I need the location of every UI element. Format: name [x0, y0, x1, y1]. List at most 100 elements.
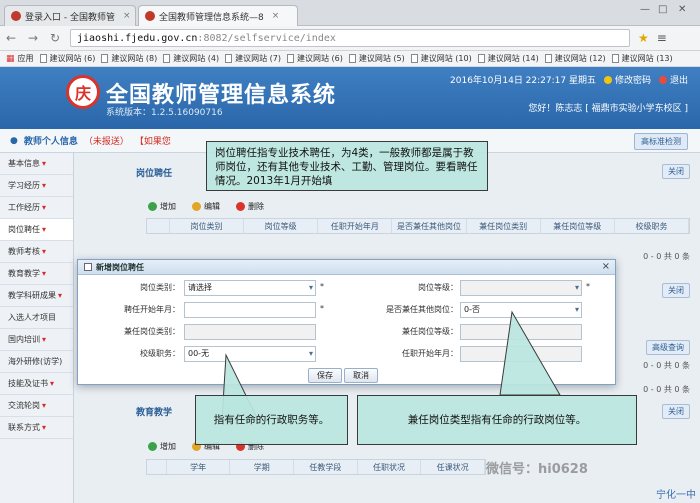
site-favicon-icon — [11, 11, 21, 21]
sidebar-item-post[interactable]: 岗位聘任 ▾ — [0, 219, 73, 241]
chevron-down-icon: ▾ — [42, 335, 47, 344]
column-header: 任职开始年月 — [318, 219, 393, 233]
app-header: 庆 全国教师管理信息系统 系统版本：1.2.5.16090716 2016年10… — [0, 67, 700, 129]
duty-start-input[interactable] — [460, 346, 582, 362]
corner-label: 宁化一中 — [656, 490, 696, 501]
concurrent-category-select[interactable] — [184, 324, 316, 340]
chevron-down-icon: ▾ — [50, 379, 55, 388]
forward-icon[interactable]: → — [22, 31, 44, 45]
add-button[interactable]: 增加 — [148, 201, 176, 212]
field-label: 兼任岗位等级： — [402, 327, 458, 336]
bookmark-item[interactable]: 建议网站 (6) — [287, 53, 343, 64]
bookmark-item[interactable]: 建议网站 (14) — [477, 53, 539, 64]
select-all-checkbox[interactable] — [147, 460, 167, 474]
browser-menu-icon[interactable]: ≡ — [657, 31, 667, 45]
check-button[interactable]: 高标准检测 — [634, 133, 688, 150]
pencil-icon — [192, 202, 201, 211]
chevron-down-icon: ▾ — [42, 269, 47, 278]
post-toolbar: 增加 编辑 删除 — [148, 201, 264, 212]
dialog-title-bar: 新增岗位聘任 — [78, 260, 615, 275]
browser-tab-system[interactable]: 全国教师管理信息系统—8 × — [138, 5, 298, 26]
sidebar-item-domestic-training[interactable]: 国内培训 ▾ — [0, 329, 73, 351]
sidebar-item-talent[interactable]: 入选人才项目 — [0, 307, 73, 329]
advanced-query-button[interactable]: 高级查询 — [646, 340, 690, 355]
bookmark-item[interactable]: 建议网站 (13) — [611, 53, 673, 64]
column-header: 岗位等级 — [244, 219, 319, 233]
sidebar-item-assessment[interactable]: 教师考核 ▾ — [0, 241, 73, 263]
back-icon[interactable]: ← — [0, 31, 22, 45]
required-mark: * — [320, 282, 324, 291]
column-header: 岗位类别 — [170, 219, 245, 233]
form-row: 校级职务： 00-无 ▾ 任职开始年月： — [78, 344, 617, 364]
reload-icon[interactable]: ↻ — [44, 31, 66, 45]
chevron-down-icon: ▾ — [42, 203, 47, 212]
bookmark-item[interactable]: 建议网站 (5) — [348, 53, 405, 64]
post-collapse-button[interactable]: 关闭 — [662, 164, 690, 179]
post-record-count: 0 - 0 共 0 条 — [643, 252, 690, 261]
concurrent-select[interactable]: 0-否 ▾ — [460, 302, 582, 318]
tab-teaching[interactable]: 教育教学 — [136, 405, 172, 418]
edit-button[interactable]: 编辑 — [192, 201, 220, 212]
apps-grid-icon: ▦ — [6, 53, 15, 64]
sidebar-item-contact[interactable]: 联系方式 ▾ — [0, 417, 73, 439]
select-all-checkbox[interactable] — [147, 219, 170, 233]
logo-icon: 庆 — [66, 75, 100, 109]
post-category-select[interactable]: 请选择 ▾ — [184, 280, 316, 296]
sidebar-item-basic-info[interactable]: 基本信息 ▾ — [0, 153, 73, 175]
header-info: 2016年10月14日 22:27:17 星期五 修改密码 退出 — [450, 73, 688, 86]
tab-close-icon[interactable]: × — [272, 11, 280, 21]
sidebar-item-research[interactable]: 教学科研成果 ▾ — [0, 285, 73, 307]
browser-tab-bar: 登录入口 - 全国教师管 × 全国教师管理信息系统—8 × — □ ✕ — [0, 0, 700, 26]
bookmarks-bar: ▦ 应用 建议网站 (6) 建议网站 (8) 建议网站 (4) 建议网站 (7) … — [0, 51, 700, 67]
bookmark-star-icon[interactable]: ★ — [638, 31, 649, 45]
bookmark-item[interactable]: 建议网站 (6) — [39, 53, 95, 64]
change-password-link[interactable]: 修改密码 — [603, 73, 651, 86]
sidebar-item-education[interactable]: 学习经历 ▾ — [0, 175, 73, 197]
dialog-close-icon[interactable]: × — [602, 261, 610, 272]
school-duty-select[interactable]: 00-无 ▾ — [184, 346, 316, 362]
bookmark-item[interactable]: 建议网站 (8) — [101, 53, 157, 64]
cancel-button[interactable]: 取消 — [344, 368, 378, 383]
page-icon — [101, 54, 109, 63]
bookmark-item[interactable]: 建议网站 (4) — [163, 53, 219, 64]
sidebar-item-teaching[interactable]: 教育教学 ▾ — [0, 263, 73, 285]
window-close-icon[interactable]: ✕ — [678, 4, 686, 15]
sidebar-item-exchange[interactable]: 交流轮岗 ▾ — [0, 395, 73, 417]
field-label: 兼任岗位类别： — [124, 327, 180, 336]
chevron-down-icon: ▾ — [574, 283, 579, 292]
collapse-button-2[interactable]: 关闭 — [662, 283, 690, 298]
site-favicon-icon — [145, 11, 155, 21]
sidebar-item-overseas[interactable]: 海外研修(访学) — [0, 351, 73, 373]
bookmark-item[interactable]: 建议网站 (7) — [225, 53, 281, 64]
url-input[interactable]: jiaoshi.fjedu.gov.cn :8082/selfservice/i… — [70, 29, 630, 47]
record-count-2: 0 - 0 共 0 条 — [643, 361, 690, 370]
tab-close-icon[interactable]: × — [123, 11, 131, 21]
sidebar-item-skills[interactable]: 技能及证书 ▾ — [0, 373, 73, 395]
chevron-down-icon: ▾ — [58, 291, 63, 300]
minimize-icon[interactable]: — — [640, 4, 650, 15]
bookmark-apps[interactable]: ▦ 应用 — [6, 53, 34, 64]
concurrent-level-select[interactable] — [460, 324, 582, 340]
page-icon — [348, 54, 356, 63]
browser-tab-login[interactable]: 登录入口 - 全国教师管 × — [4, 5, 136, 26]
form-row: 兼任岗位类别： 兼任岗位等级： — [78, 322, 617, 342]
start-date-input[interactable] — [184, 302, 316, 318]
user-icon: ● — [10, 135, 18, 146]
exit-link[interactable]: 退出 — [658, 73, 688, 86]
post-level-select[interactable]: ▾ — [460, 280, 582, 296]
chevron-down-icon: ▾ — [42, 423, 47, 432]
add-button[interactable]: 增加 — [148, 441, 176, 452]
delete-button[interactable]: 删除 — [236, 201, 264, 212]
hint-text: 【如果您 — [134, 137, 171, 147]
tab-label: 登录入口 - 全国教师管 — [25, 12, 115, 23]
bookmark-item[interactable]: 建议网站 (12) — [544, 53, 606, 64]
sidebar: 基本信息 ▾ 学习经历 ▾ 工作经历 ▾ 岗位聘任 ▾ 教师考核 ▾ 教育教学 ▾ 教学科研… — [0, 153, 74, 503]
teaching-collapse-button[interactable]: 关闭 — [662, 404, 690, 419]
section-title: 教师个人信息 — [23, 137, 78, 147]
tab-post[interactable]: 岗位聘任 — [136, 166, 172, 179]
maximize-icon[interactable]: □ — [658, 4, 667, 15]
save-button[interactable]: 保存 — [308, 368, 342, 383]
sidebar-item-work[interactable]: 工作经历 ▾ — [0, 197, 73, 219]
bookmark-item[interactable]: 建议网站 (10) — [410, 53, 472, 64]
field-label: 聘任开始年月： — [124, 305, 180, 314]
